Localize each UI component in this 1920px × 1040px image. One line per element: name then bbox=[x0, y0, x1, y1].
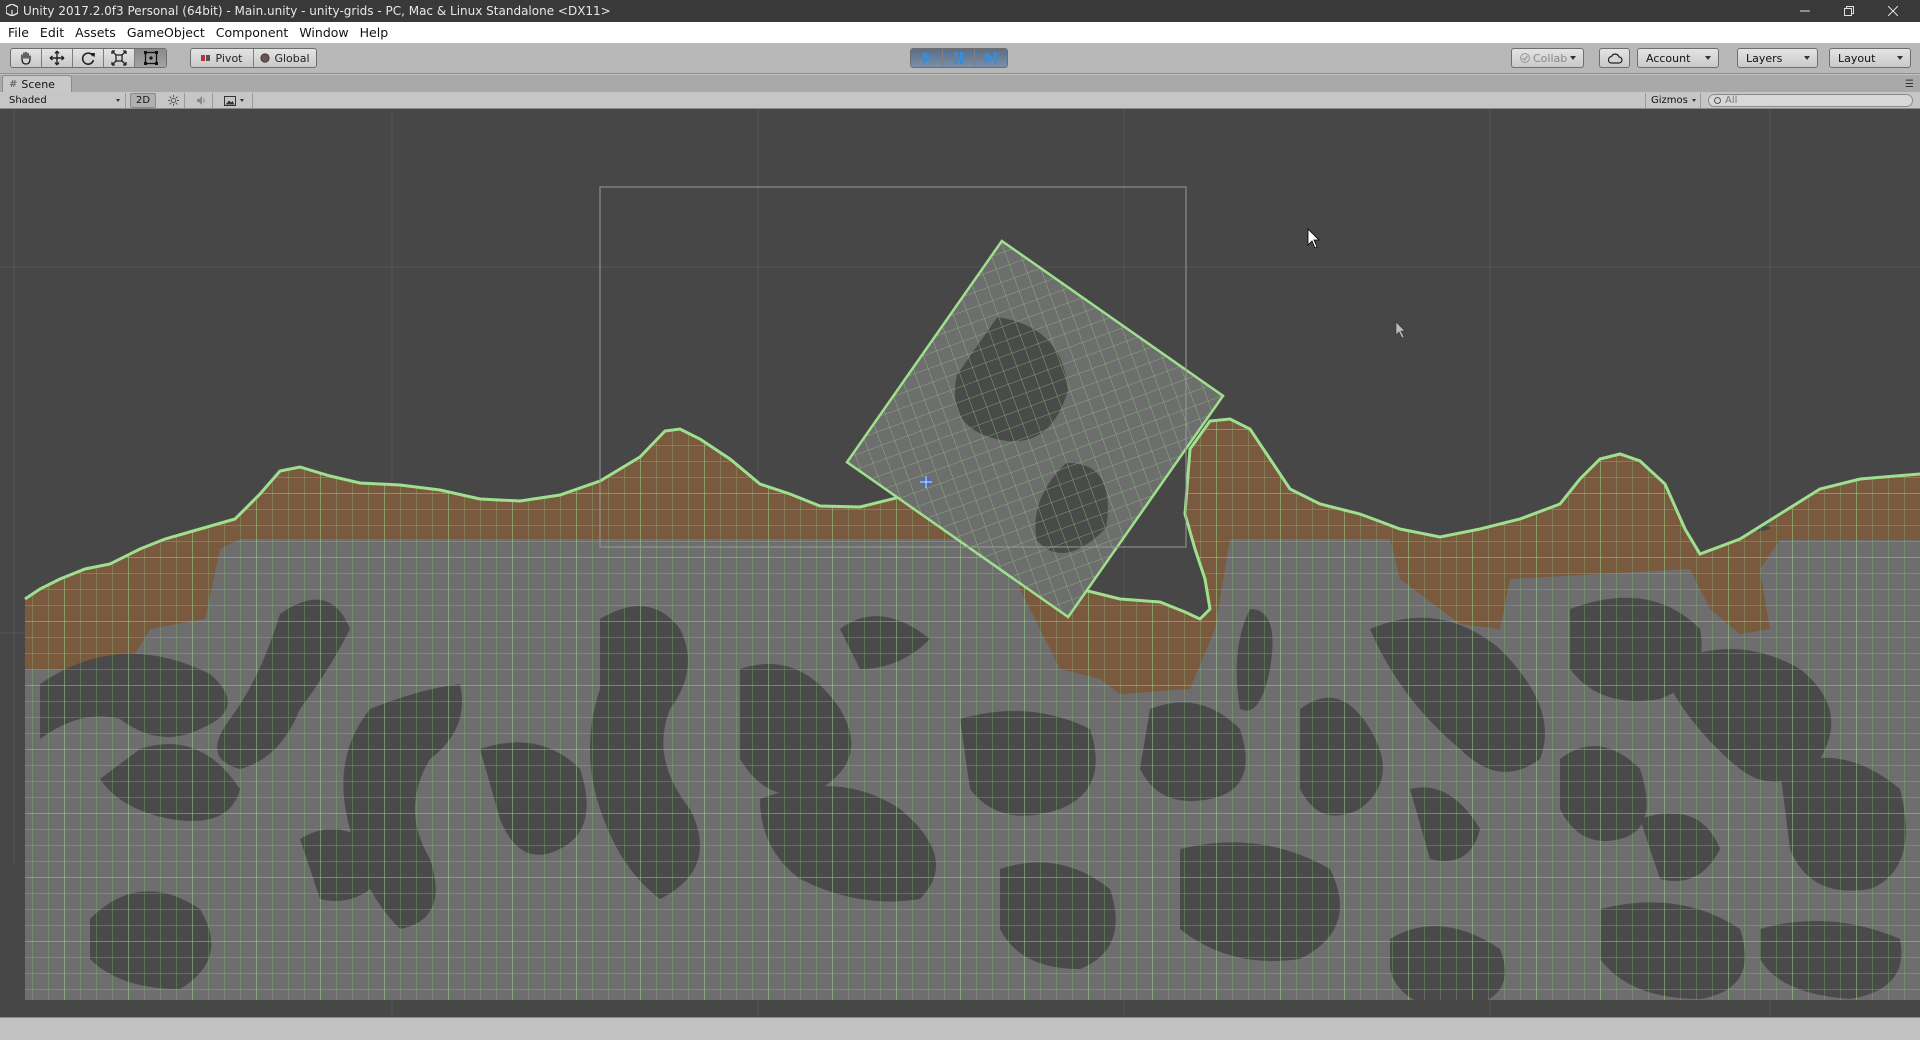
account-dropdown[interactable]: Account bbox=[1637, 48, 1719, 68]
minimize-button[interactable] bbox=[1783, 0, 1827, 22]
rotate-tool-button[interactable] bbox=[73, 49, 104, 67]
move-icon bbox=[49, 50, 65, 66]
audio-toggle[interactable] bbox=[191, 93, 213, 108]
scene-search-input[interactable]: All bbox=[1708, 94, 1913, 107]
global-button[interactable]: Global bbox=[254, 49, 316, 67]
chevron-down-icon bbox=[1804, 56, 1810, 60]
cloud-button[interactable] bbox=[1599, 48, 1630, 68]
transform-tools bbox=[10, 48, 167, 68]
checkmark-icon bbox=[1520, 53, 1530, 63]
menu-gameobject[interactable]: GameObject bbox=[122, 22, 211, 43]
chevron-down-icon bbox=[116, 99, 120, 102]
menu-bar: File Edit Assets GameObject Component Wi… bbox=[0, 22, 1920, 43]
search-placeholder: All bbox=[1725, 95, 1738, 106]
close-button[interactable] bbox=[1871, 0, 1915, 22]
shading-mode-dropdown[interactable]: Shaded bbox=[4, 93, 126, 108]
chevron-down-icon bbox=[1570, 56, 1576, 60]
menu-file[interactable]: File bbox=[3, 22, 35, 43]
window-title: Unity 2017.2.0f3 Personal (64bit) - Main… bbox=[23, 4, 611, 18]
menu-window[interactable]: Window bbox=[294, 22, 354, 43]
menu-assets[interactable]: Assets bbox=[70, 22, 122, 43]
main-toolbar: Pivot Global Collab Account Layers Layou… bbox=[0, 43, 1920, 74]
scene-view[interactable] bbox=[0, 109, 1920, 1017]
menu-help[interactable]: Help bbox=[355, 22, 395, 43]
grid-icon: # bbox=[9, 78, 18, 90]
mode-2d-toggle[interactable]: 2D bbox=[130, 93, 156, 108]
status-bar bbox=[0, 1017, 1920, 1040]
sun-icon bbox=[168, 95, 179, 106]
effects-dropdown[interactable] bbox=[219, 93, 253, 108]
gizmos-dropdown[interactable]: Gizmos bbox=[1645, 93, 1701, 108]
search-icon bbox=[1714, 97, 1721, 104]
scene-tab-bar: # Scene ☰ bbox=[0, 75, 1920, 92]
scene-toolbar: Shaded 2D Gizmos All bbox=[0, 92, 1920, 109]
chevron-down-icon bbox=[1897, 56, 1903, 60]
title-bar: Unity 2017.2.0f3 Personal (64bit) - Main… bbox=[0, 0, 1920, 22]
pause-button[interactable] bbox=[943, 49, 975, 67]
move-tool-button[interactable] bbox=[42, 49, 73, 67]
mouse-cursor-icon bbox=[1307, 228, 1320, 249]
hand-tool-button[interactable] bbox=[11, 49, 42, 67]
step-icon bbox=[985, 52, 997, 64]
cloud-icon bbox=[1607, 53, 1623, 64]
layers-dropdown[interactable]: Layers bbox=[1737, 48, 1818, 68]
step-button[interactable] bbox=[975, 49, 1007, 67]
mode-2d-label: 2D bbox=[136, 95, 151, 106]
pause-icon bbox=[954, 52, 963, 64]
restore-button[interactable] bbox=[1827, 0, 1871, 22]
collab-label: Collab bbox=[1533, 51, 1568, 65]
mouse-cursor-icon bbox=[1395, 321, 1406, 339]
rect-tool-icon bbox=[143, 51, 158, 65]
panel-menu-icon[interactable]: ☰ bbox=[1905, 79, 1914, 90]
play-controls bbox=[910, 48, 1008, 68]
pivot-button[interactable]: Pivot bbox=[191, 49, 254, 67]
collab-dropdown[interactable]: Collab bbox=[1511, 48, 1584, 68]
scene-tab-label: Scene bbox=[21, 77, 55, 91]
speaker-icon bbox=[197, 96, 205, 105]
restore-icon bbox=[1844, 6, 1854, 16]
scene-canvas[interactable] bbox=[0, 109, 1920, 1017]
minimize-icon bbox=[1800, 10, 1810, 12]
gizmos-label: Gizmos bbox=[1651, 95, 1688, 106]
play-button[interactable] bbox=[911, 49, 943, 67]
unity-logo-icon bbox=[6, 4, 18, 16]
chevron-down-icon bbox=[1705, 56, 1711, 60]
hand-icon bbox=[21, 51, 31, 65]
menu-component[interactable]: Component bbox=[211, 22, 295, 43]
shading-mode-label: Shaded bbox=[9, 95, 47, 106]
global-label: Global bbox=[274, 51, 310, 65]
pivot-label: Pivot bbox=[215, 51, 243, 65]
rect-tool-button[interactable] bbox=[135, 49, 166, 67]
play-icon bbox=[922, 52, 933, 64]
pivot-icon bbox=[201, 55, 211, 61]
menu-edit[interactable]: Edit bbox=[35, 22, 70, 43]
globe-icon bbox=[260, 53, 271, 63]
lighting-toggle[interactable] bbox=[163, 93, 185, 108]
chevron-down-icon bbox=[240, 99, 244, 102]
tab-scene[interactable]: # Scene bbox=[2, 75, 72, 92]
scale-icon bbox=[111, 50, 127, 66]
layout-dropdown[interactable]: Layout bbox=[1829, 48, 1911, 68]
terrain-grid bbox=[25, 419, 1920, 1000]
chevron-down-icon bbox=[1691, 99, 1696, 102]
scale-tool-button[interactable] bbox=[104, 49, 135, 67]
layout-label: Layout bbox=[1838, 51, 1876, 65]
account-label: Account bbox=[1646, 51, 1691, 65]
close-icon bbox=[1888, 6, 1898, 16]
image-icon bbox=[224, 95, 236, 106]
pivot-toggle-group: Pivot Global bbox=[190, 48, 317, 68]
layers-label: Layers bbox=[1746, 51, 1783, 65]
rotate-icon bbox=[81, 52, 95, 65]
